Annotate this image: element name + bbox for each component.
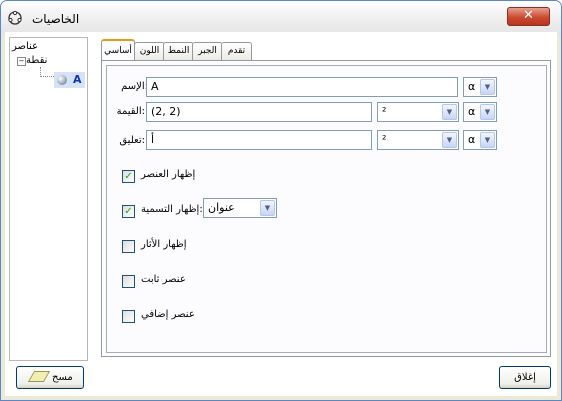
value-symbol-select[interactable]: ² ▼ (377, 102, 459, 122)
dialog-body: عناصر − نقطة A أساسي اللون النمط الجبر ت… (5, 32, 557, 396)
eraser-icon (27, 371, 51, 382)
tree-node-point[interactable]: نقطة (26, 55, 47, 66)
delete-button[interactable]: مسح (16, 366, 84, 389)
chevron-down-icon: ▼ (442, 104, 457, 120)
name-input[interactable]: A (146, 77, 458, 97)
basic-settings-group: الإسم: A α ▼ القيمة: (2, 2) ² ▼ α ▼ (106, 65, 547, 353)
show-trace-checkbox[interactable] (122, 240, 135, 253)
label-mode-value: عنوان (208, 201, 235, 214)
tree-leaf-label: A (73, 73, 82, 86)
aux-object-row[interactable]: عنصر إضافي (119, 309, 219, 323)
fix-object-row[interactable]: عنصر ثابت (119, 274, 219, 288)
chevron-down-icon: ▼ (480, 79, 495, 95)
show-object-row[interactable]: ✓ إظهار العنصر (119, 169, 239, 183)
tree-root-objects[interactable]: عناصر (12, 41, 38, 52)
alpha-symbol: α (468, 133, 476, 146)
caption-symbol-select[interactable]: ² ▼ (377, 130, 459, 150)
alpha-symbol: α (468, 80, 476, 93)
caption-alpha-select[interactable]: α ▼ (463, 130, 497, 150)
chevron-down-icon: ▼ (442, 132, 457, 148)
fix-object-label: عنصر ثابت (141, 274, 186, 285)
tab-basic[interactable]: أساسي (101, 39, 135, 62)
close-window-button[interactable]: ✕ (507, 7, 550, 26)
title-bar: الخاصيات ✕ (1, 1, 561, 35)
show-object-checkbox[interactable]: ✓ (122, 170, 135, 183)
show-label-label: إظهار التسمية: (141, 204, 203, 215)
window-title: الخاصيات (32, 12, 80, 26)
delete-label: مسح (52, 372, 73, 383)
fix-object-checkbox[interactable] (122, 275, 135, 288)
close-icon: ✕ (523, 8, 534, 23)
chevron-down-icon: ▼ (480, 104, 495, 120)
value-input[interactable]: (2, 2) (146, 102, 372, 122)
value-alpha-select[interactable]: α ▼ (463, 102, 497, 122)
caption-label: تعليق: (119, 135, 145, 146)
caption-symbol-text: ² (382, 133, 387, 146)
tree-collapse-icon[interactable]: − (17, 57, 26, 66)
value-symbol-text: ² (382, 105, 387, 118)
caption-input[interactable]: أ (146, 130, 372, 150)
basic-tab-panel: الإسم: A α ▼ القيمة: (2, 2) ² ▼ α ▼ (101, 60, 551, 357)
name-label: الإسم: (121, 81, 148, 92)
tab-algebra[interactable]: الجبر (192, 42, 223, 60)
show-trace-row[interactable]: إظهار الأثار (119, 239, 219, 253)
tab-style[interactable]: النمط (163, 42, 194, 60)
name-symbol-select[interactable]: α ▼ (463, 77, 497, 97)
close-button[interactable]: إغلاق (499, 366, 551, 389)
tree-connector (40, 67, 54, 77)
gear-icon (8, 10, 22, 25)
properties-window: الخاصيات ✕ عناصر − نقطة A أساسي اللون ال… (0, 0, 562, 401)
tree-leaf-point-a[interactable]: A (54, 72, 85, 88)
chevron-down-icon: ▼ (260, 200, 275, 216)
value-label: القيمة: (116, 106, 145, 117)
tab-color[interactable]: اللون (134, 42, 165, 60)
label-mode-select[interactable]: عنوان ▼ (203, 198, 277, 218)
chevron-down-icon: ▼ (480, 132, 495, 148)
aux-object-label: عنصر إضافي (141, 309, 195, 320)
point-ball-icon (57, 75, 67, 85)
show-object-label: إظهار العنصر (141, 169, 196, 180)
tab-strip: أساسي اللون النمط الجبر تقدم (101, 39, 252, 62)
aux-object-checkbox[interactable] (122, 310, 135, 323)
show-trace-label: إظهار الأثار (141, 239, 187, 250)
show-label-checkbox[interactable]: ✓ (122, 205, 135, 218)
tab-advanced[interactable]: تقدم (221, 42, 252, 60)
object-tree[interactable]: عناصر − نقطة A (9, 37, 88, 361)
alpha-symbol: α (468, 105, 476, 118)
